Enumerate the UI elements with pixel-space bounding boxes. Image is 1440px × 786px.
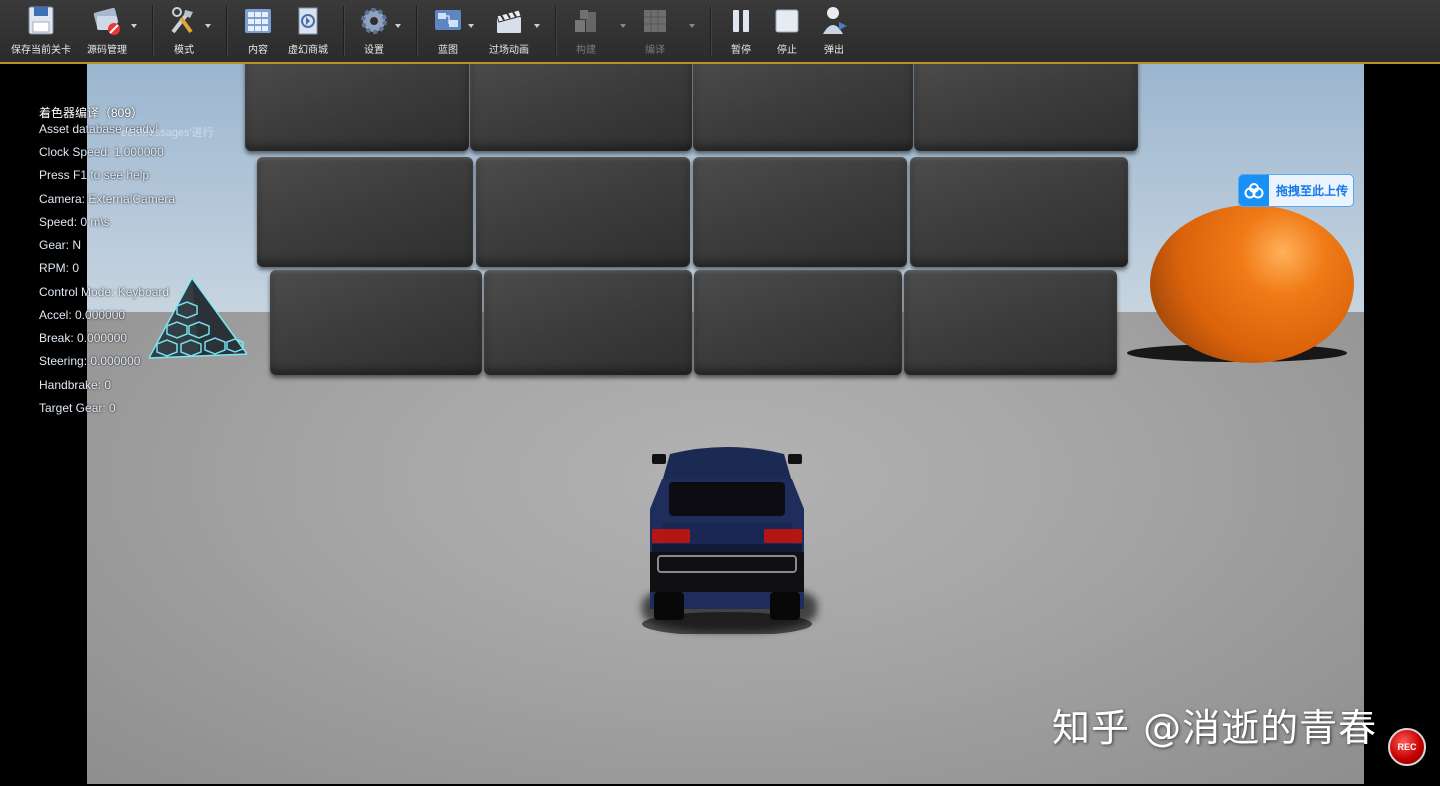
stop-icon [770, 4, 804, 38]
overlay-line: Accel: 0.000000 [39, 308, 126, 322]
build-button[interactable]: 构建 [568, 4, 604, 60]
modes-dropdown-arrow[interactable] [205, 24, 211, 28]
overlay-line: Camera: ExternalCamera [39, 192, 176, 206]
content-button[interactable]: 内容 [238, 4, 278, 60]
compile-dropdown-arrow[interactable] [689, 24, 695, 28]
upload-label: 拖拽至此上传 [1276, 184, 1349, 198]
eject-icon [817, 4, 851, 38]
orange-sphere-mesh [1150, 205, 1354, 363]
cube [693, 157, 907, 267]
marketplace-icon [291, 4, 325, 38]
stop-button[interactable]: 停止 [770, 4, 804, 60]
blueprints-dropdown-arrow[interactable] [468, 24, 474, 28]
settings-icon [357, 4, 391, 38]
build-icon [569, 4, 603, 38]
save-icon [24, 4, 58, 38]
toolbar-separator [226, 6, 227, 56]
overlay-line: Handbrake: 0 [39, 378, 112, 392]
modes-icon [167, 4, 201, 38]
faded-overlay-text: eenMessages'进行 [121, 127, 214, 139]
toolbar-separator [152, 6, 153, 56]
cube [270, 270, 482, 375]
overlay-line: Speed: 0 m\s [39, 215, 110, 229]
record-button[interactable]: REC [1388, 728, 1426, 766]
cube [470, 64, 692, 151]
toolbar-separator [343, 6, 344, 56]
main-toolbar: 保存当前关卡 源码管理 模式 内容 虚幻商城 设置 蓝图 过场动画 构建 编译 … [0, 0, 1440, 63]
drag-upload-widget[interactable]: 拖拽至此上传 [1238, 174, 1354, 207]
save-current-level-button[interactable]: 保存当前关卡 [8, 4, 74, 60]
toolbar-separator [416, 6, 417, 56]
overlay-line: Control Mode: Keyboard [39, 285, 170, 299]
settings-button[interactable]: 设置 [356, 4, 392, 60]
source-control-icon [90, 4, 124, 38]
settings-dropdown-arrow[interactable] [395, 24, 401, 28]
toolbar-separator [710, 6, 711, 56]
overlay-line: Break: 0.000000 [39, 331, 128, 345]
shader-compile-status: 着色器编译（809） [39, 106, 144, 120]
cube [257, 157, 473, 267]
overlay-line: Press F1 to see help [39, 168, 150, 182]
toolbar-separator [555, 6, 556, 56]
cube [476, 157, 690, 267]
record-label: REC [1397, 742, 1417, 752]
eject-button[interactable]: 弹出 [816, 4, 852, 60]
cube [694, 270, 902, 375]
cube [245, 64, 469, 151]
blueprint-icon [431, 4, 465, 38]
cube [693, 64, 913, 151]
cinematics-button[interactable]: 过场动画 [485, 4, 533, 60]
overlay-line: Target Gear: 0 [39, 401, 116, 415]
build-dropdown-arrow[interactable] [620, 24, 626, 28]
overlay-line: RPM: 0 [39, 261, 80, 275]
modes-button[interactable]: 模式 [162, 4, 206, 60]
cube [910, 157, 1128, 267]
cube [904, 270, 1117, 375]
source-control-button[interactable]: 源码管理 [82, 4, 132, 60]
watermark-text: 知乎 @消逝的青春 [1052, 706, 1378, 750]
source-control-dropdown-arrow[interactable] [131, 24, 137, 28]
cinematics-icon [492, 4, 526, 38]
cinematics-dropdown-arrow[interactable] [534, 24, 540, 28]
compile-icon [638, 4, 672, 38]
cube [914, 64, 1138, 151]
vehicle-car [642, 447, 812, 634]
pause-icon [724, 4, 758, 38]
overlay-line: Steering: 0.000000 [39, 354, 141, 368]
marketplace-button[interactable]: 虚幻商城 [284, 4, 332, 60]
compile-button[interactable]: 编译 [636, 4, 674, 60]
content-icon [241, 4, 275, 38]
cube [484, 270, 692, 375]
blueprints-button[interactable]: 蓝图 [428, 4, 468, 60]
pause-button[interactable]: 暂停 [724, 4, 758, 60]
game-viewport[interactable] [87, 64, 1364, 784]
overlay-line: Gear: N [39, 238, 82, 252]
cloud-upload-icon [1239, 175, 1269, 206]
overlay-line: Clock Speed: 1.000000 [39, 145, 164, 159]
